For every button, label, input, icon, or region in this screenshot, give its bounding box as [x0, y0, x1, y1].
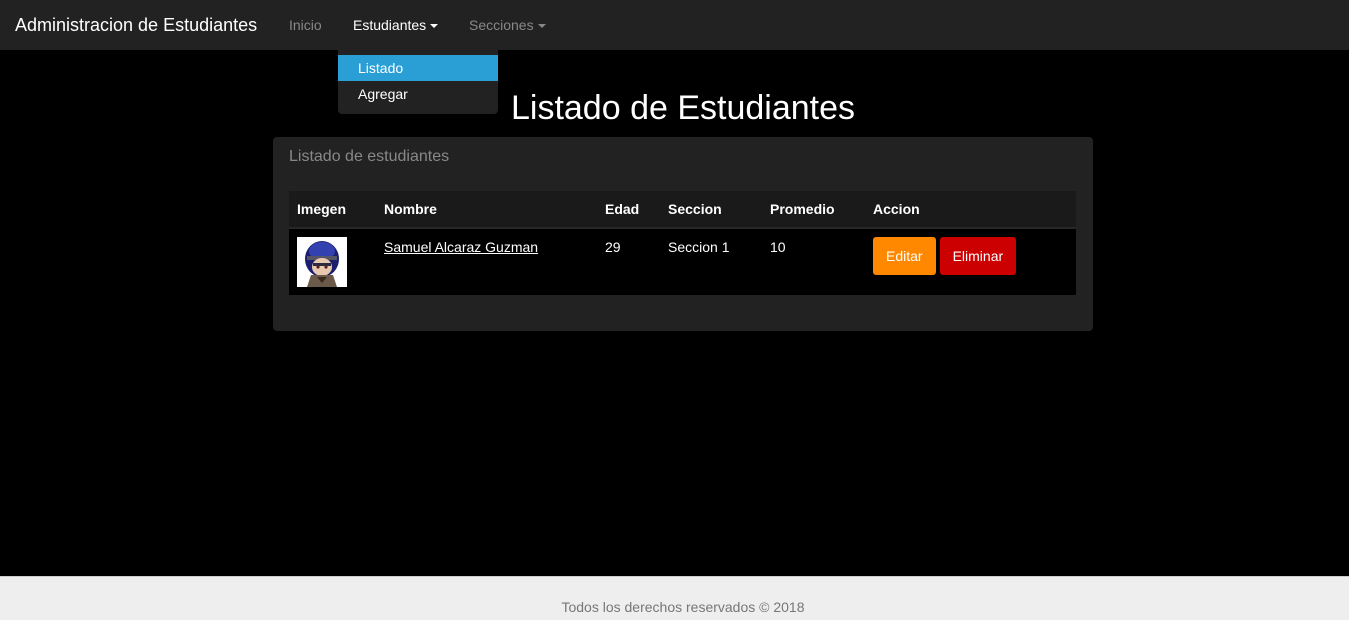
- page-title: Listado de Estudiantes: [510, 89, 856, 127]
- student-avatar: [297, 237, 347, 287]
- cell-seccion: Seccion 1: [668, 239, 730, 255]
- delete-button[interactable]: Eliminar: [939, 237, 1017, 275]
- edit-button[interactable]: Editar: [873, 237, 936, 275]
- table-row: Samuel Alcaraz Guzman 29 Seccion 1 10 Ed…: [289, 228, 1076, 295]
- students-table: Imegen Nombre Edad Seccion Promedio Acci…: [289, 191, 1076, 295]
- nav-item-inicio[interactable]: Inicio: [289, 15, 322, 35]
- cell-nombre: Samuel Alcaraz Guzman: [376, 228, 597, 295]
- student-name-link[interactable]: Samuel Alcaraz Guzman: [384, 239, 538, 255]
- dropdown-item-listado[interactable]: Listado: [338, 55, 498, 81]
- nav-item-estudiantes[interactable]: Estudiantes: [353, 15, 439, 35]
- header-seccion: Seccion: [660, 191, 762, 229]
- header-accion: Accion: [865, 191, 1076, 229]
- students-panel: Listado de estudiantes Imegen Nombre Eda…: [273, 137, 1093, 331]
- header-edad: Edad: [597, 191, 660, 229]
- caret-down-icon: [537, 24, 546, 29]
- nav-item-secciones-label: Secciones: [469, 17, 534, 33]
- header-promedio: Promedio: [762, 191, 865, 229]
- table-header-row: Imegen Nombre Edad Seccion Promedio Acci…: [289, 191, 1076, 229]
- footer: Todos los derechos reservados © 2018: [0, 576, 1349, 620]
- cell-accion: Editar Eliminar: [865, 228, 1076, 295]
- footer-copyright: Todos los derechos reservados © 2018: [561, 599, 805, 615]
- nav-item-estudiantes-label: Estudiantes: [353, 17, 427, 33]
- caret-down-icon: [430, 24, 439, 29]
- nav-item-secciones[interactable]: Secciones: [469, 15, 546, 35]
- header-imagen: Imegen: [289, 191, 376, 229]
- cell-edad: 29: [605, 239, 621, 255]
- brand-link[interactable]: Administracion de Estudiantes: [15, 13, 257, 37]
- cell-imagen: [289, 228, 376, 295]
- header-nombre: Nombre: [376, 191, 597, 229]
- navbar: Administracion de Estudiantes Inicio Est…: [0, 0, 1349, 50]
- panel-heading: Listado de estudiantes: [289, 148, 450, 165]
- cell-promedio: 10: [770, 239, 786, 255]
